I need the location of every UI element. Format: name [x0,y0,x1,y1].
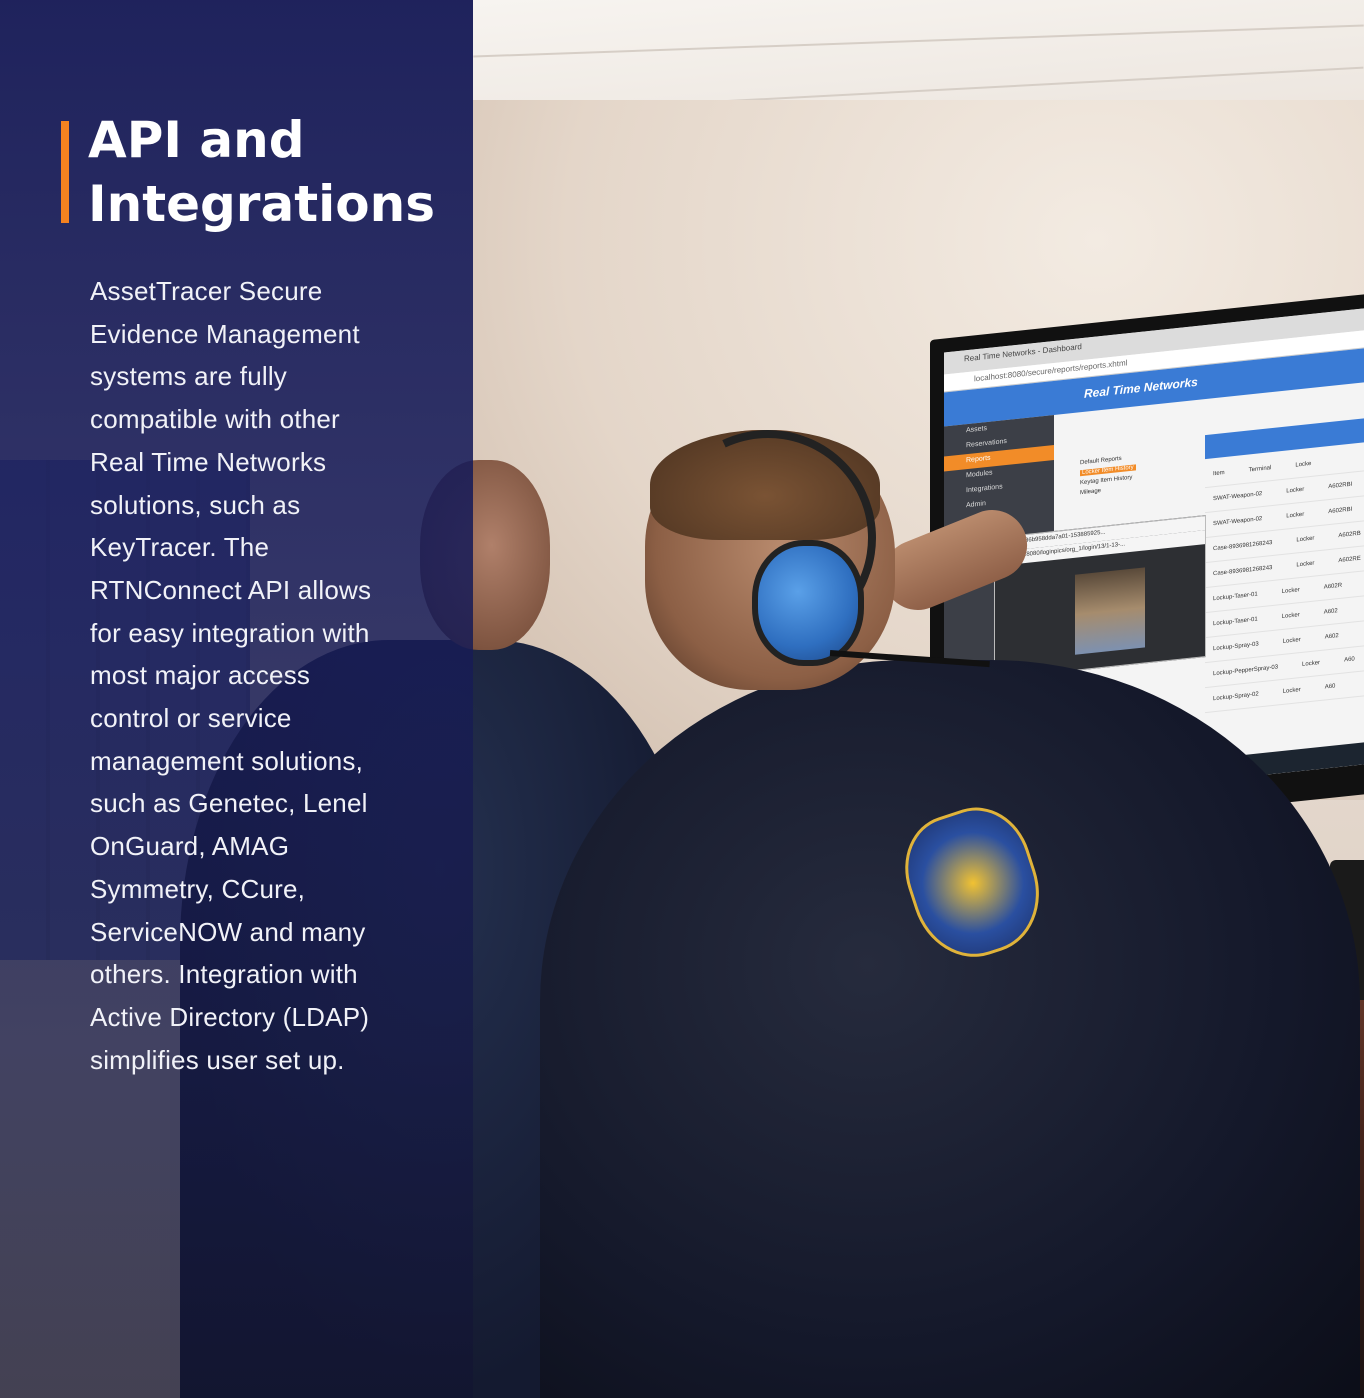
column-header[interactable]: Item [1213,470,1225,477]
table-body: SWAT-Weapon-02 Locker A602RBI SWAT-Weapon-0… [1205,468,1364,714]
webcam-image [1075,567,1145,655]
section-title-line1: API and [88,111,305,169]
table-cell: SWAT-Weapon-02 [1213,516,1263,528]
section-body: AssetTracer Secure Evidence Management s… [90,276,372,1075]
table-cell: A602RB [1338,530,1361,540]
section-title-line2: Integrations [88,175,435,233]
table-cell: Locker [1286,486,1305,495]
table-cell: Case-8936981268243 [1213,540,1273,553]
report-table: Item Terminal Locke SWAT-Weapon-02 Locker… [1205,415,1364,714]
table-cell: Lockup-Spray-03 [1213,641,1259,653]
table-cell: A602RBI [1328,506,1353,516]
table-cell: A602RBI [1328,481,1353,491]
report-tree: Default Reports Locker Item History Keyt… [1080,452,1136,498]
table-cell: Lockup-PepperSpray-03 [1213,664,1279,678]
table-cell: Locker [1281,612,1300,621]
table-cell: A602RE [1338,555,1361,565]
table-cell: A602 [1323,608,1338,616]
column-header[interactable]: Locke [1295,461,1311,469]
table-cell: Locker [1302,660,1321,668]
table-cell: Lockup-Spray-02 [1213,691,1259,703]
table-cell: A602 [1324,633,1339,641]
table-cell: Lockup-Taser-01 [1213,591,1258,603]
table-cell: A60 [1344,656,1355,664]
table-cell: Locker [1286,511,1305,520]
table-cell: Locker [1281,587,1300,596]
table-cell: A60 [1324,683,1336,691]
table-cell: SWAT-Weapon-02 [1213,491,1263,503]
accent-bar [61,121,69,223]
headset-icon [752,540,864,666]
seated-officer [540,660,1360,1398]
table-cell: Case-8936981268243 [1213,565,1273,578]
column-header[interactable]: Terminal [1249,465,1272,473]
text-panel: API and Integrations AssetTracer Secure … [0,0,473,1398]
section-title: API and Integrations [88,108,458,236]
table-cell: Locker [1282,687,1301,695]
table-cell: Locker [1282,637,1301,645]
table-cell: Lockup-Taser-01 [1213,616,1258,628]
table-cell: Locker [1296,560,1315,569]
table-cell: Locker [1296,535,1315,544]
table-cell: A602R [1323,582,1343,591]
